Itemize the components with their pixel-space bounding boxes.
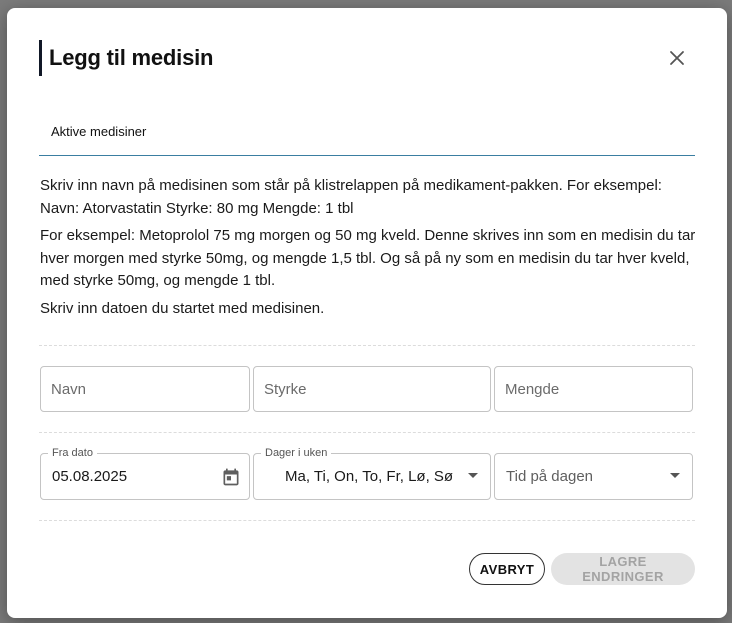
- instruction-paragraph: For eksempel: Metoprolol 75 mg morgen og…: [40, 227, 696, 289]
- name-input[interactable]: [41, 367, 249, 411]
- divider: [39, 520, 695, 521]
- tab-underline: [39, 155, 695, 156]
- dialog-title: Legg til medisin: [49, 45, 214, 70]
- cancel-button[interactable]: AVBRYT: [469, 553, 545, 585]
- divider: [39, 345, 695, 346]
- amount-input[interactable]: [495, 367, 692, 411]
- add-medication-dialog: Legg til medisin Aktive medisiner Skriv …: [7, 8, 727, 618]
- days-of-week-select[interactable]: Dager i uken Ma, Ti, On, To, Fr, Lø, Sø: [253, 447, 491, 500]
- close-icon: [670, 51, 684, 65]
- strength-field[interactable]: [253, 366, 491, 412]
- strength-input[interactable]: [254, 367, 490, 411]
- chevron-down-icon: [468, 473, 478, 478]
- name-field[interactable]: [40, 366, 250, 412]
- chevron-down-icon: [670, 473, 680, 478]
- time-of-day-select[interactable]: Tid på dagen: [494, 453, 693, 500]
- save-changes-button[interactable]: LAGRE ENDRINGER: [551, 553, 695, 585]
- from-date-field[interactable]: Fra dato 05.08.2025: [40, 447, 250, 500]
- tab-active-medications[interactable]: Aktive medisiner: [51, 124, 146, 139]
- instructions: Skriv inn navn på medisinen som står på …: [40, 175, 700, 325]
- instruction-paragraph: Skriv inn datoen du startet med medisine…: [40, 299, 325, 317]
- close-button[interactable]: [663, 44, 691, 72]
- calendar-icon[interactable]: [221, 467, 241, 487]
- instruction-paragraph: Skriv inn navn på medisinen som står på …: [40, 177, 662, 217]
- from-date-value[interactable]: 05.08.2025: [52, 454, 127, 499]
- days-of-week-value: Ma, Ti, On, To, Fr, Lø, Sø: [285, 468, 454, 485]
- dialog-header: Legg til medisin: [39, 40, 213, 76]
- divider: [39, 432, 695, 433]
- time-of-day-placeholder: Tid på dagen: [506, 468, 594, 485]
- amount-field[interactable]: [494, 366, 693, 412]
